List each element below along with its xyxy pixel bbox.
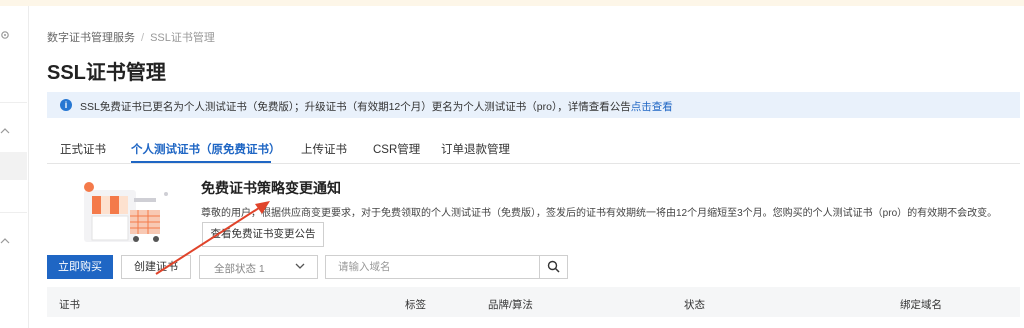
domain-search-field[interactable] <box>325 255 540 279</box>
chevron-up-icon[interactable] <box>0 126 10 136</box>
chevron-up-icon[interactable] <box>0 236 10 246</box>
notice-message: SSL免费证书已更名为个人测试证书（免费版）；升级证书（有效期12个月）更名为个… <box>80 101 631 113</box>
rail-active-item[interactable] <box>0 152 27 180</box>
tab-formal-cert[interactable]: 正式证书 <box>60 141 106 157</box>
tab-csr-management[interactable]: CSR管理 <box>373 141 420 157</box>
tab-personal-test-cert[interactable]: 个人测试证书（原免费证书） <box>131 141 281 157</box>
shopping-cart-illustration <box>84 182 168 242</box>
active-tab-indicator <box>131 161 271 163</box>
column-header-certificate: 证书 <box>59 299 80 311</box>
tab-bar: 正式证书 个人测试证书（原免费证书） 上传证书 CSR管理 订单退款管理 <box>47 135 1020 164</box>
table-header: 证书 标签 品牌/算法 状态 绑定域名 <box>47 287 1020 317</box>
tab-upload-cert[interactable]: 上传证书 <box>301 141 347 157</box>
top-banner-strip <box>0 0 1024 6</box>
column-header-status: 状态 <box>684 299 705 311</box>
search-button[interactable] <box>539 255 568 279</box>
breadcrumb-separator: / <box>141 32 145 44</box>
domain-search-input[interactable] <box>338 260 528 274</box>
rail-divider <box>0 102 27 103</box>
view-policy-announcement-button[interactable]: 查看免费证书变更公告 <box>202 222 324 247</box>
notice-link[interactable]: 点击查看 <box>631 101 673 113</box>
left-nav-rail <box>0 6 29 328</box>
status-filter-select[interactable]: 全部状态 1 <box>199 255 318 279</box>
buy-now-button[interactable]: 立即购买 <box>47 255 113 279</box>
column-header-brand-algorithm: 品牌/算法 <box>488 299 533 311</box>
search-icon <box>547 260 560 273</box>
policy-title: 免费证书策略变更通知 <box>201 180 341 196</box>
gear-icon[interactable] <box>0 30 10 40</box>
create-certificate-button[interactable]: 创建证书 <box>121 255 191 279</box>
page-title: SSL证书管理 <box>47 62 166 84</box>
breadcrumb-current: SSL证书管理 <box>150 32 215 44</box>
breadcrumb-parent[interactable]: 数字证书管理服务 <box>47 32 135 44</box>
chevron-down-icon <box>295 263 305 269</box>
status-filter-value: 全部状态 1 <box>214 263 265 275</box>
column-header-tag: 标签 <box>405 299 426 311</box>
rail-divider <box>0 212 27 213</box>
info-icon: i <box>60 99 72 111</box>
column-header-bound-domain: 绑定域名 <box>900 299 942 311</box>
breadcrumb: 数字证书管理服务 / SSL证书管理 <box>47 29 215 45</box>
tab-order-refund[interactable]: 订单退款管理 <box>441 141 510 157</box>
notice-banner: i SSL免费证书已更名为个人测试证书（免费版）；升级证书（有效期12个月）更名… <box>47 92 1020 118</box>
policy-description: 尊敬的用户，根据供应商变更要求，对于免费领取的个人测试证书（免费版），签发后的证… <box>201 208 998 219</box>
notice-text: SSL免费证书已更名为个人测试证书（免费版）；升级证书（有效期12个月）更名为个… <box>80 99 673 114</box>
